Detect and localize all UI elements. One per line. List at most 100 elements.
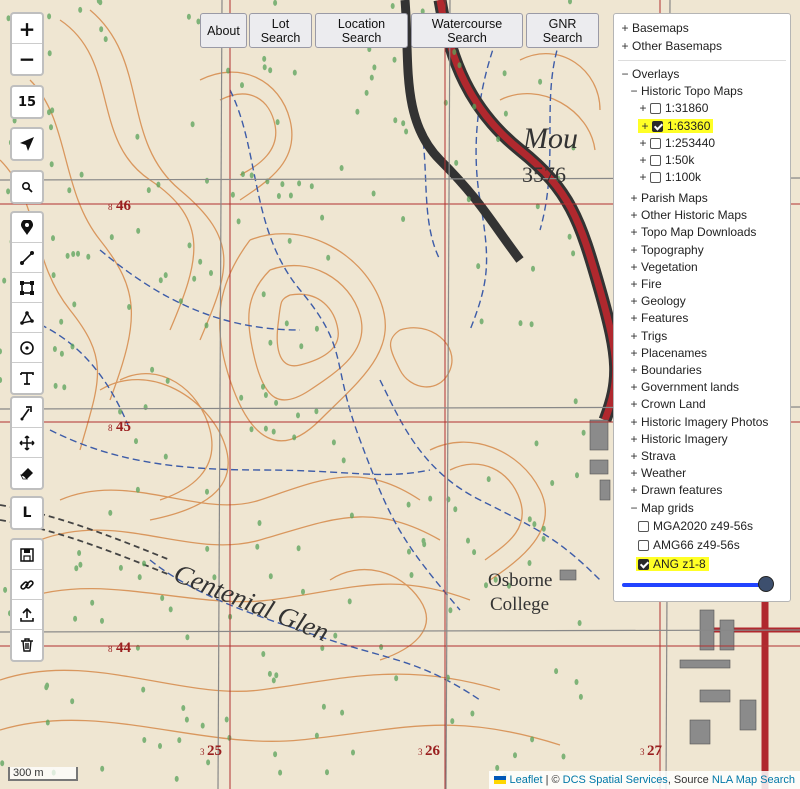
grid-item-mga2020[interactable]: MGA2020 z49-56s xyxy=(638,518,753,535)
overlay-group-item[interactable]: + Strava xyxy=(629,448,675,465)
highlight: ANG z1-8 xyxy=(636,557,709,571)
vegetation-mark xyxy=(136,227,141,234)
overlay-group-item[interactable]: + Historic Imagery Photos xyxy=(629,414,768,431)
layer-checkbox[interactable] xyxy=(650,138,661,149)
location-search-button[interactable]: Location Search xyxy=(315,13,408,48)
vegetation-mark xyxy=(44,684,49,691)
grid-checkbox[interactable] xyxy=(638,540,649,551)
grid-col-big: 26 xyxy=(425,743,441,759)
overlay-group-item[interactable]: + Drawn features xyxy=(629,482,722,499)
vegetation-mark xyxy=(142,560,146,567)
overlay-group-item[interactable]: + Other Historic Maps xyxy=(629,207,747,224)
overlay-group-item[interactable]: + Topography xyxy=(629,242,703,259)
vegetation-mark xyxy=(71,251,76,257)
layer-item-1-63360[interactable]: +1:63360 xyxy=(638,118,714,135)
dcs-link[interactable]: DCS Spatial Services xyxy=(563,774,668,786)
vegetation-mark xyxy=(518,320,523,327)
overlay-group-label: Historic Imagery xyxy=(641,431,728,446)
delete-layers-button[interactable] xyxy=(12,458,42,488)
vegetation-mark xyxy=(70,343,75,350)
nla-link[interactable]: NLA Map Search xyxy=(712,774,795,786)
overlay-group-item[interactable]: + Crown Land xyxy=(629,396,705,413)
zoom-out-button[interactable]: − xyxy=(12,44,42,74)
draw-rectangle-button[interactable] xyxy=(12,273,42,303)
draw-polygon-button[interactable] xyxy=(12,303,42,333)
zoom-level-control: 15 xyxy=(10,85,44,119)
draw-circle-button[interactable] xyxy=(12,333,42,363)
vegetation-mark xyxy=(261,651,266,657)
slider-thumb[interactable] xyxy=(758,576,774,592)
layer-checkbox[interactable] xyxy=(650,155,661,166)
overlay-group-item[interactable]: + Weather xyxy=(629,465,686,482)
draw-text-button[interactable] xyxy=(12,363,42,393)
overlay-group-item[interactable]: + Vegetation xyxy=(629,259,697,276)
locate-icon xyxy=(20,137,34,151)
vegetation-mark xyxy=(550,480,555,486)
share-link-button[interactable] xyxy=(12,570,42,600)
vegetation-mark xyxy=(263,425,268,432)
map-grids-group[interactable]: − Map grids xyxy=(629,500,693,517)
grid-checkbox[interactable] xyxy=(638,559,649,570)
eraser-icon xyxy=(20,468,33,480)
lot-search-button[interactable]: Lot Search xyxy=(249,13,312,48)
overlay-group-item[interactable]: + Fire xyxy=(629,276,661,293)
layer-item-1-253440[interactable]: +1:253440 xyxy=(638,135,715,152)
layer-item-1-50k[interactable]: +1:50k xyxy=(638,152,694,169)
layer-checkbox[interactable] xyxy=(652,121,663,132)
vegetation-mark xyxy=(51,272,56,279)
upload-button[interactable] xyxy=(12,600,42,630)
overlays-group[interactable]: − Overlays xyxy=(620,66,679,83)
layer-checkbox[interactable] xyxy=(650,103,661,114)
overlay-group-item[interactable]: + Features xyxy=(629,310,688,327)
save-button[interactable] xyxy=(12,540,42,570)
gnr-search-button[interactable]: GNR Search xyxy=(526,13,599,48)
vegetation-mark xyxy=(571,250,576,257)
overlay-group-item[interactable]: + Trigs xyxy=(629,328,667,345)
vegetation-mark xyxy=(355,108,360,115)
collapse-icon: − xyxy=(630,501,638,515)
grid-label: ANG z1-8 xyxy=(653,557,706,571)
overlay-group-item[interactable]: + Geology xyxy=(629,293,685,310)
edit-layers-button[interactable] xyxy=(12,398,42,428)
historic-topo-group[interactable]: − Historic Topo Maps xyxy=(629,83,742,100)
watercourse-search-button[interactable]: Watercourse Search xyxy=(411,13,523,48)
basemaps-label: Basemaps xyxy=(632,21,689,35)
zoom-in-button[interactable]: + xyxy=(12,14,42,44)
draw-marker-button[interactable] xyxy=(12,213,42,243)
overlay-group-item[interactable]: + Boundaries xyxy=(629,362,701,379)
vegetation-mark xyxy=(99,26,104,33)
grid-item-amg66[interactable]: AMG66 z49-56s xyxy=(638,537,740,554)
overlay-group-item[interactable]: + Topo Map Downloads xyxy=(629,224,756,241)
grid-item-ang[interactable]: ANG z1-8 xyxy=(636,556,709,573)
vegetation-mark xyxy=(3,586,8,593)
locate-button[interactable] xyxy=(12,129,42,159)
map-search-button[interactable] xyxy=(12,172,42,202)
overlay-group-item[interactable]: + Placenames xyxy=(629,345,707,362)
overlay-group-item[interactable]: + Parish Maps xyxy=(629,190,707,207)
link-icon xyxy=(20,579,34,590)
grid-row-big: 46 xyxy=(116,198,132,214)
clear-button[interactable] xyxy=(12,630,42,660)
vegetation-mark xyxy=(392,56,397,63)
other-basemaps-group[interactable]: + Other Basemaps xyxy=(620,38,722,55)
about-button[interactable]: About xyxy=(200,13,247,48)
overlay-group-item[interactable]: + Government lands xyxy=(629,379,739,396)
vegetation-mark xyxy=(390,3,395,9)
label-toggle-button[interactable]: L xyxy=(12,498,42,528)
vegetation-mark xyxy=(530,736,535,743)
basemaps-group[interactable]: + Basemaps xyxy=(620,20,689,37)
layer-checkbox[interactable] xyxy=(650,172,661,183)
vegetation-mark xyxy=(453,506,458,513)
vegetation-mark xyxy=(70,698,75,705)
grid-checkbox[interactable] xyxy=(638,521,649,532)
leaflet-link[interactable]: Leaflet xyxy=(509,774,542,786)
layer-item-1-31860[interactable]: +1:31860 xyxy=(638,100,708,117)
vegetation-mark xyxy=(406,501,411,508)
layer-label: 1:63360 xyxy=(667,119,711,133)
draw-polyline-button[interactable] xyxy=(12,243,42,273)
opacity-slider[interactable] xyxy=(622,576,774,594)
expand-icon: + xyxy=(639,170,647,184)
overlay-group-item[interactable]: + Historic Imagery xyxy=(629,431,728,448)
layer-item-1-100k[interactable]: +1:100k xyxy=(638,169,701,186)
move-layers-button[interactable] xyxy=(12,428,42,458)
